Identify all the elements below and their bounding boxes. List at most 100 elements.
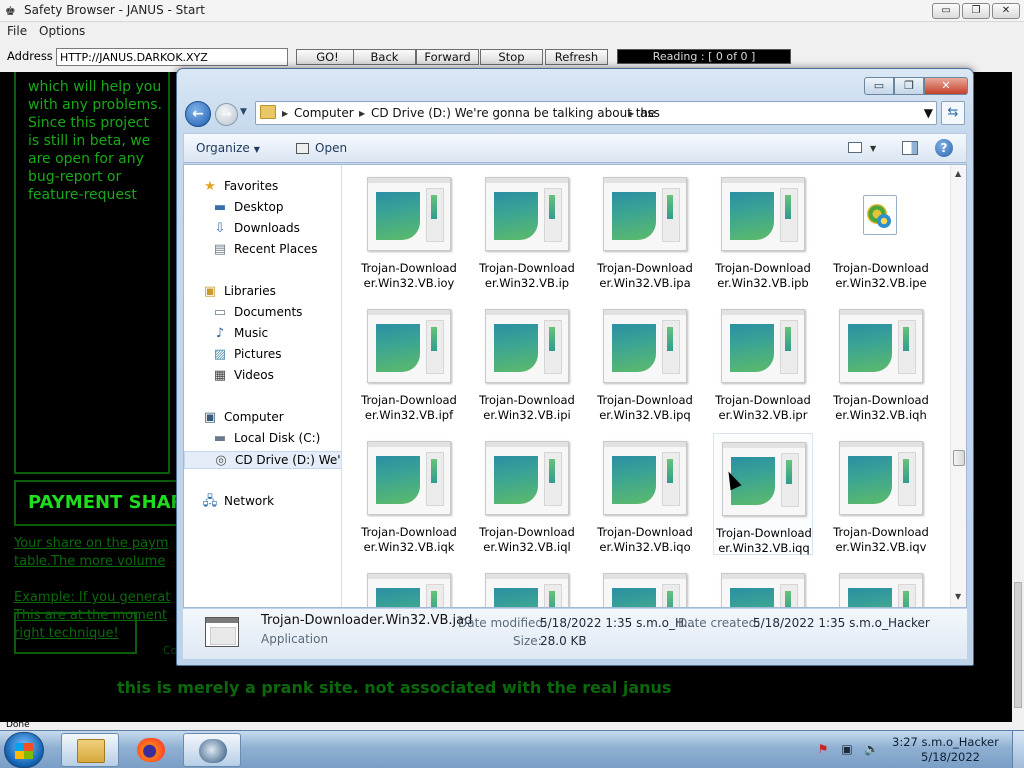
scroll-up-icon[interactable]: ▲ (955, 169, 961, 178)
file-list: Trojan-Download er.Win32.VB.ioy Trojan-Dow… (343, 165, 950, 607)
browser-address-bar: Address : GO! Back Forward Stop Refresh … (0, 46, 1024, 68)
file-thumbnail-icon (367, 309, 451, 383)
explorer-nav-bar: ← → ▼ ▶ Computer ▶ CD Drive (D:) We're g… (185, 100, 967, 128)
refresh-button[interactable]: Refresh (545, 49, 608, 65)
size-value: 28.0 KB (540, 634, 587, 648)
menu-file[interactable]: File (7, 24, 27, 38)
network-icon: 🖧 (202, 494, 218, 509)
help-icon[interactable]: ? (935, 139, 953, 157)
browser-menu-bar: File Options (0, 23, 1024, 41)
nav-label: Desktop (234, 200, 284, 214)
file-item[interactable]: Trojan-Download er.Win32.VB.iqv (831, 433, 931, 555)
browser-close-button[interactable]: ✕ (992, 3, 1020, 19)
stop-button[interactable]: Stop (480, 49, 543, 65)
browser-scroll-thumb[interactable] (1014, 582, 1022, 708)
nav-label: Favorites (224, 179, 279, 193)
file-item[interactable]: Trojan-Download er.Win32.VB.ipi (477, 301, 577, 423)
config-file-icon (863, 195, 897, 235)
computer-icon: ▣ (203, 410, 217, 425)
nav-cd-drive[interactable]: ◎ CD Drive (D:) We're g (184, 451, 341, 469)
file-thumbnail-icon (367, 573, 451, 607)
change-view-icon[interactable] (848, 142, 862, 153)
address-dropdown-icon[interactable]: ▼ (924, 106, 933, 120)
go-button[interactable]: GO! (296, 49, 359, 65)
file-item[interactable]: Trojan-Download er.Win32.VB.ip (477, 169, 577, 291)
browser-title-bar: ♚ Safety Browser - JANUS - Start ▭ ❐ ✕ (0, 0, 1024, 22)
network-tray-icon[interactable]: ▣ (840, 742, 854, 756)
videos-icon: ▦ (213, 368, 227, 383)
file-item[interactable]: Trojan-Download er.Win32.VB.iql (477, 433, 577, 555)
file-item[interactable]: Trojan-Download er.Win32.VB.ioy (359, 169, 459, 291)
date-modified-label: Date modified: (458, 616, 548, 630)
address-input[interactable] (56, 48, 288, 66)
explorer-forward-button[interactable]: → (215, 103, 238, 126)
folder-icon (260, 105, 276, 119)
file-item[interactable] (595, 565, 695, 607)
scroll-down-icon[interactable]: ▼ (955, 592, 961, 601)
file-name: Trojan-Download er.Win32.VB.ipe (833, 261, 929, 290)
action-center-icon[interactable]: ⚑ (816, 742, 830, 756)
taskbar-firefox[interactable] (122, 733, 180, 767)
date-modified-value: 5/18/2022 1:35 s.m.o_H... (540, 616, 696, 630)
explorer-back-button[interactable]: ← (185, 101, 211, 127)
explorer-close-button[interactable]: ✕ (924, 77, 968, 95)
file-item[interactable] (359, 565, 459, 607)
back-button[interactable]: Back (353, 49, 416, 65)
volume-icon[interactable]: 🔈 (864, 742, 879, 756)
file-item[interactable]: Trojan-Download er.Win32.VB.ipb (713, 169, 813, 291)
show-desktop-button[interactable] (1012, 731, 1024, 768)
taskbar-explorer[interactable] (61, 733, 119, 767)
file-item[interactable]: Trojan-Download er.Win32.VB.iqo (595, 433, 695, 555)
start-button[interactable] (4, 732, 44, 768)
browser-minimize-button[interactable]: ▭ (932, 3, 960, 19)
file-name: Trojan-Download er.Win32.VB.ipf (361, 393, 457, 422)
file-item[interactable] (831, 565, 931, 607)
explorer-minimize-button[interactable]: ▭ (864, 77, 894, 95)
date-created-label: Date created: (678, 616, 761, 630)
documents-icon: ▭ (213, 305, 227, 320)
star-icon: ★ (204, 179, 216, 194)
breadcrumb-cd-drive[interactable]: CD Drive (D:) We're gonna be talking abo… (371, 106, 655, 120)
example-frame (14, 612, 137, 654)
downloads-icon: ⇩ (214, 221, 226, 236)
preview-pane-icon[interactable] (902, 141, 918, 155)
organize-button[interactable]: Organize ▼ (196, 141, 260, 155)
browser-maximize-button[interactable]: ❐ (962, 3, 990, 19)
file-name: Trojan-Download er.Win32.VB.iqv (833, 525, 929, 554)
details-pane: Trojan-Downloader.Win32.VB.jad Applicati… (183, 609, 967, 659)
menu-options[interactable]: Options (39, 24, 85, 38)
breadcrumb-computer[interactable]: Computer (294, 106, 354, 120)
file-item[interactable]: Trojan-Download er.Win32.VB.ipe (831, 169, 931, 291)
file-item[interactable] (477, 565, 577, 607)
explorer-maximize-button[interactable]: ❐ (894, 77, 924, 95)
file-item[interactable]: Trojan-Download er.Win32.VB.ipr (713, 301, 813, 423)
open-button[interactable]: Open (296, 141, 347, 155)
file-thumbnail-icon (367, 177, 451, 251)
clock-time[interactable]: 3:27 s.m.o_Hacker (892, 735, 999, 749)
taskbar-safety-browser[interactable] (183, 733, 241, 767)
breadcrumb[interactable]: ▶ Computer ▶ CD Drive (D:) We're gonna b… (255, 101, 937, 125)
clock-date[interactable]: 5/18/2022 (921, 750, 980, 764)
recent-pages-dropdown[interactable]: ▼ (240, 107, 247, 117)
nav-label: Music (234, 326, 269, 340)
file-list-scrollbar[interactable]: ▲ ▼ (950, 165, 966, 607)
file-item[interactable]: Trojan-Download er.Win32.VB.iqq (713, 433, 813, 555)
file-item[interactable]: Trojan-Download er.Win32.VB.ipa (595, 169, 695, 291)
browser-scrollbar[interactable] (1012, 72, 1024, 722)
file-name: Trojan-Download er.Win32.VB.ipr (715, 393, 811, 422)
open-label: Open (315, 141, 348, 155)
forward-button[interactable]: Forward (416, 49, 479, 65)
payment-title: PAYMENT SHAR (28, 492, 185, 513)
file-list-scroll-thumb[interactable] (953, 450, 965, 466)
file-item[interactable]: Trojan-Download er.Win32.VB.iqh (831, 301, 931, 423)
file-item[interactable]: Trojan-Download er.Win32.VB.ipf (359, 301, 459, 423)
file-item[interactable]: Trojan-Download er.Win32.VB.ipq (595, 301, 695, 423)
music-icon: ♪ (215, 326, 225, 341)
file-item[interactable] (713, 565, 813, 607)
reading-indicator: Reading : [ 0 of 0 ] (617, 49, 791, 64)
file-item[interactable]: Trojan-Download er.Win32.VB.iqk (359, 433, 459, 555)
breadcrumb-ass[interactable]: ass (640, 106, 660, 120)
windows-logo-icon (15, 743, 33, 759)
view-options-dropdown[interactable]: ▼ (870, 144, 876, 153)
explorer-refresh-button[interactable]: ⇆ (941, 101, 965, 125)
